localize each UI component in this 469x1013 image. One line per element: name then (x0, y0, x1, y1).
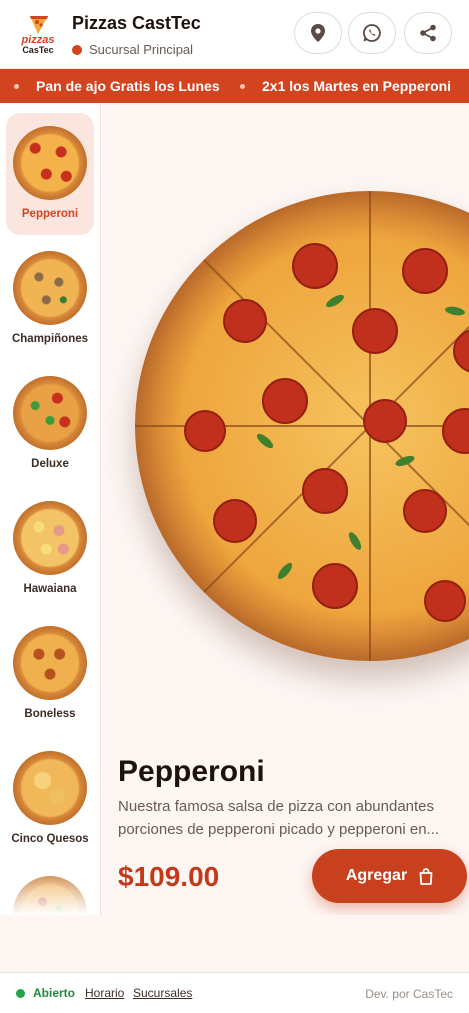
category-boneless[interactable]: Boneless (6, 613, 94, 735)
branch-selector[interactable]: Sucursal Principal (72, 42, 193, 57)
logo-text-top: pizzas (21, 34, 55, 46)
schedule-link[interactable]: Horario (85, 986, 124, 1000)
location-button[interactable] (294, 12, 342, 54)
product-detail: Pepperoni Nuestra famosa salsa de pizza … (101, 103, 469, 915)
category-sidebar[interactable]: Pepperoni Champiñones Deluxe Hawaiana Bo… (0, 103, 101, 915)
pizza-slice-logo-icon (30, 16, 48, 34)
open-status-dot (16, 989, 25, 998)
sidebar-fade (0, 863, 100, 915)
category-deluxe[interactable]: Deluxe (6, 363, 94, 485)
whatsapp-icon (363, 24, 381, 42)
product-price: $109.00 (118, 861, 220, 892)
pizza-thumbnail (13, 751, 87, 825)
promo-text: 2x1 los Martes en Pepperoni (262, 78, 452, 94)
promo-text: Pan de ajo Gratis los Lunes (36, 78, 220, 94)
app-header: pizzas CasTec Pizzas CastTec Sucursal Pr… (0, 0, 469, 69)
add-button-label: Agregar (345, 867, 408, 884)
logo-text-bottom: CasTec (22, 45, 54, 55)
pizza-thumbnail (13, 126, 87, 200)
app-footer: Abierto Horario Sucursales Dev. por CasT… (0, 972, 469, 1013)
map-pin-icon (311, 24, 325, 42)
product-name: Pepperoni (118, 755, 265, 788)
add-to-cart-button[interactable]: Agregar (312, 849, 467, 903)
share-button[interactable] (404, 12, 452, 54)
category-hawaiana[interactable]: Hawaiana (6, 488, 94, 610)
category-label: Cinco Quesos (11, 833, 89, 845)
category-label: Hawaiana (23, 583, 77, 595)
restaurant-title: Pizzas CastTec (72, 13, 201, 33)
whatsapp-button[interactable] (348, 12, 396, 54)
promo-item: Pan de ajo Gratis los Lunes (14, 69, 220, 103)
pizza-thumbnail (13, 251, 87, 325)
category-pepperoni[interactable]: Pepperoni (6, 113, 94, 235)
product-image (135, 191, 469, 661)
pizza-illustration (135, 191, 469, 661)
shopping-bag-icon (419, 867, 433, 885)
open-status: Abierto (33, 986, 75, 1000)
promo-bullet (240, 83, 245, 89)
category-champinones[interactable]: Champiñones (6, 238, 94, 360)
branches-link[interactable]: Sucursales (133, 986, 192, 1000)
category-label: Deluxe (31, 458, 69, 470)
branch-label: Sucursal Principal (89, 42, 194, 57)
category-label: Champiñones (11, 333, 89, 345)
share-icon (420, 24, 436, 42)
brand-logo[interactable]: pizzas CasTec (16, 12, 60, 56)
developer-credit: Dev. por CasTec (365, 987, 453, 1001)
promo-ticker: Pan de ajo Gratis los Lunes 2x1 los Mart… (0, 69, 469, 103)
branch-status-dot (72, 44, 82, 55)
category-label: Boneless (24, 708, 76, 720)
promo-item: 2x1 los Martes en Pepperoni (240, 69, 451, 103)
product-description: Nuestra famosa salsa de pizza con abunda… (118, 798, 440, 838)
category-cinco-quesos[interactable]: Cinco Quesos (6, 738, 94, 860)
pizza-thumbnail (13, 501, 87, 575)
pizza-thumbnail (13, 626, 87, 700)
promo-bullet (14, 83, 19, 89)
pizza-thumbnail (13, 376, 87, 450)
category-label: Pepperoni (21, 208, 79, 220)
